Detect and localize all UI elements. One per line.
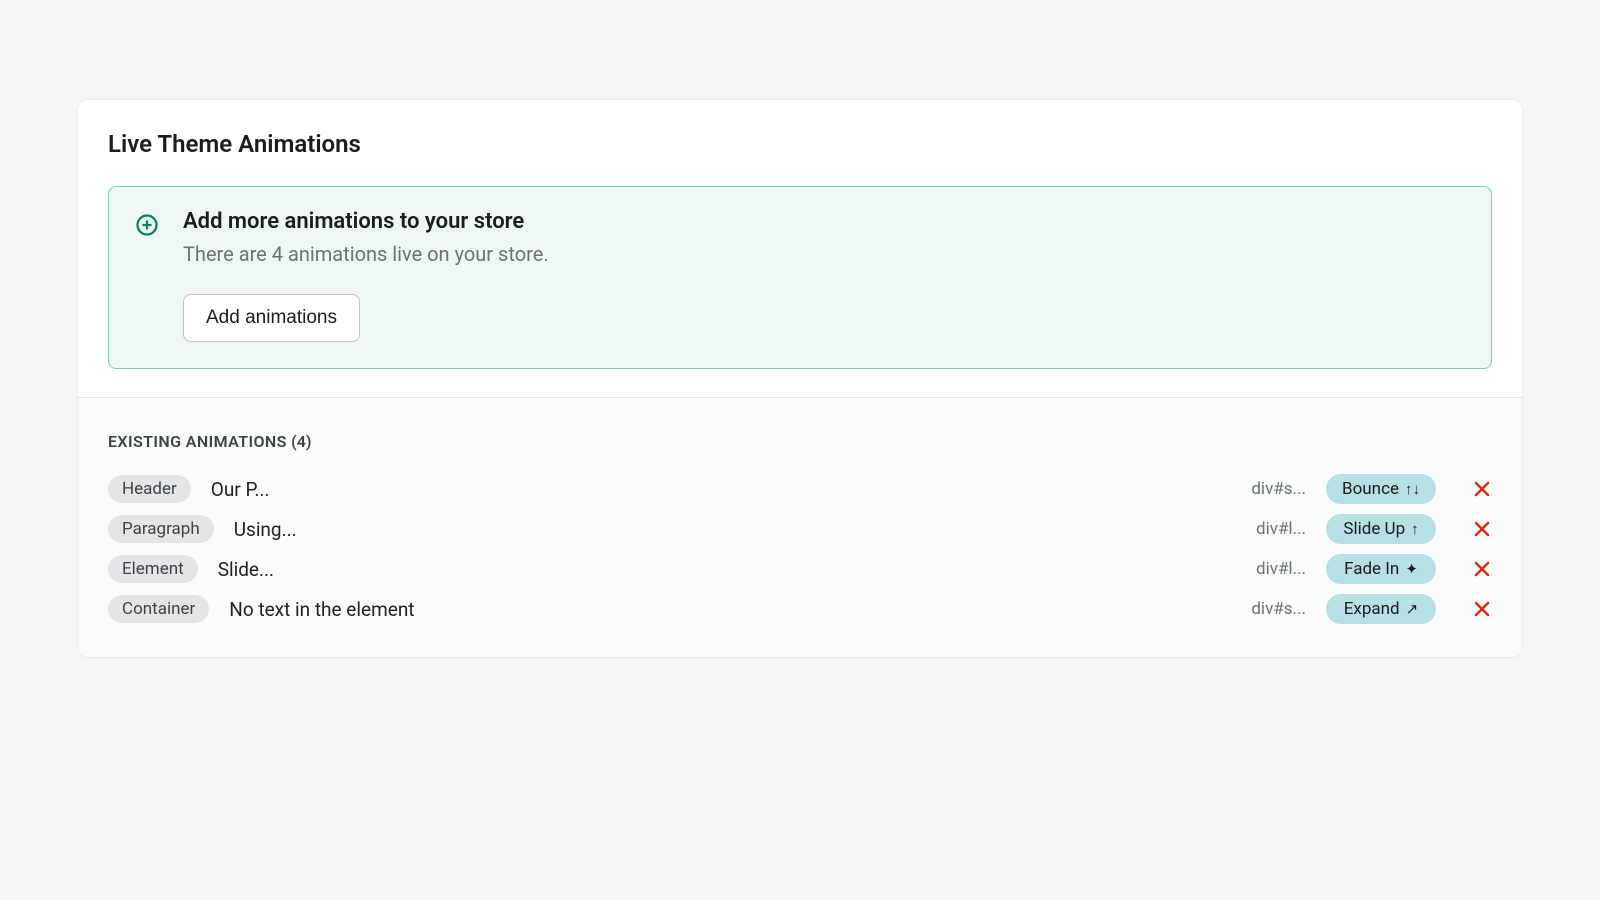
- element-content-text: No text in the element: [229, 598, 414, 621]
- card-top: Live Theme Animations Add more animation…: [78, 100, 1522, 397]
- animation-glyph-icon: ↑: [1411, 520, 1419, 538]
- add-circle-icon: [135, 213, 159, 237]
- element-selector: div#s...: [1226, 599, 1306, 619]
- animation-name: Bounce: [1342, 479, 1399, 499]
- info-banner: Add more animations to your store There …: [108, 186, 1492, 369]
- card-bottom: EXISTING ANIMATIONS (4) Header Our P... di…: [78, 397, 1522, 657]
- element-content-text: Using...: [234, 518, 297, 541]
- animation-glyph-icon: ↗: [1406, 600, 1419, 618]
- add-animations-button[interactable]: Add animations: [183, 294, 360, 342]
- element-type-tag: Container: [108, 595, 209, 623]
- element-type-tag: Paragraph: [108, 515, 214, 543]
- element-type-tag: Header: [108, 475, 191, 503]
- element-type-tag: Element: [108, 555, 198, 583]
- delete-icon[interactable]: [1472, 599, 1492, 619]
- animation-row: Paragraph Using... div#l... Slide Up ↑: [108, 509, 1492, 549]
- section-label-text: EXISTING ANIMATIONS: [108, 432, 287, 451]
- element-content-text: Our P...: [211, 478, 270, 501]
- animation-glyph-icon: ↑↓: [1405, 480, 1420, 498]
- animation-type-pill[interactable]: Bounce ↑↓: [1326, 474, 1436, 504]
- existing-animations-label: EXISTING ANIMATIONS (4): [108, 432, 1492, 451]
- element-selector: div#l...: [1226, 559, 1306, 579]
- animation-row: Element Slide... div#l... Fade In ✦: [108, 549, 1492, 589]
- animation-name: Expand: [1344, 599, 1400, 619]
- animations-list: Header Our P... div#s... Bounce ↑↓ Paragraph U…: [108, 469, 1492, 629]
- banner-subtext: There are 4 animations live on your stor…: [183, 242, 1465, 266]
- animation-type-pill[interactable]: Expand ↗: [1326, 594, 1436, 624]
- section-count: (4): [291, 432, 311, 451]
- banner-heading: Add more animations to your store: [183, 209, 1465, 234]
- animation-type-pill[interactable]: Slide Up ↑: [1326, 514, 1436, 544]
- animation-row: Container No text in the element div#s... E…: [108, 589, 1492, 629]
- animation-name: Slide Up: [1343, 519, 1405, 539]
- animation-name: Fade In: [1344, 559, 1399, 579]
- page-title: Live Theme Animations: [108, 130, 1492, 158]
- element-selector: div#s...: [1226, 479, 1306, 499]
- animations-card: Live Theme Animations Add more animation…: [78, 100, 1522, 657]
- animation-row: Header Our P... div#s... Bounce ↑↓: [108, 469, 1492, 509]
- element-content-text: Slide...: [218, 558, 274, 581]
- delete-icon[interactable]: [1472, 519, 1492, 539]
- animation-glyph-icon: ✦: [1405, 560, 1418, 578]
- delete-icon[interactable]: [1472, 479, 1492, 499]
- animation-type-pill[interactable]: Fade In ✦: [1326, 554, 1436, 584]
- delete-icon[interactable]: [1472, 559, 1492, 579]
- banner-body: Add more animations to your store There …: [183, 209, 1465, 342]
- element-selector: div#l...: [1226, 519, 1306, 539]
